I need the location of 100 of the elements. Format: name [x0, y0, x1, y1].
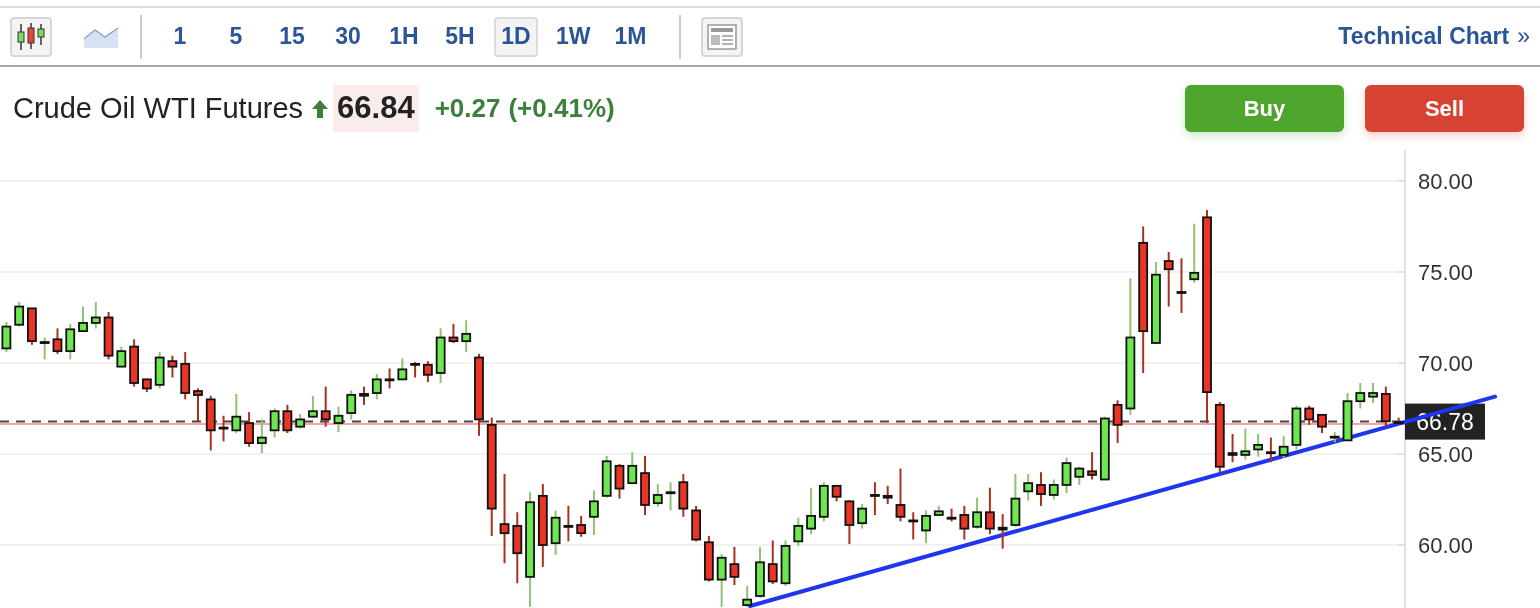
candlestick	[269, 407, 280, 439]
candlestick	[691, 504, 701, 543]
interval-tab[interactable]: 1D	[494, 16, 538, 57]
candlestick	[1278, 434, 1289, 459]
interval-tab[interactable]: 15	[270, 16, 314, 57]
candlestick	[1010, 473, 1021, 528]
axis-tick-label: 65.00	[1418, 442, 1474, 467]
candlestick	[1304, 404, 1315, 426]
candlestick	[576, 514, 587, 538]
candlestick	[780, 539, 791, 587]
candlestick	[908, 511, 919, 541]
candlestick	[435, 327, 446, 384]
candlestick	[729, 545, 740, 587]
candlestick	[550, 509, 561, 557]
candlestick	[742, 584, 753, 608]
candlestick	[14, 301, 25, 328]
candlestick	[1342, 392, 1353, 443]
candlestick	[129, 338, 139, 388]
candlestick	[972, 496, 982, 530]
interval-tab[interactable]: 1H	[382, 16, 426, 57]
candlestick	[116, 345, 127, 368]
axis-tick-label: 60.00	[1418, 533, 1474, 558]
technical-chart-link[interactable]: Technical Chart	[1338, 19, 1510, 54]
axis-tick-label: 80.00	[1418, 168, 1474, 194]
candlestick	[589, 489, 599, 536]
candlestick	[831, 483, 842, 503]
candlestick	[282, 403, 293, 435]
candlestick	[1112, 399, 1123, 445]
candlestick	[1, 321, 12, 354]
candlestick	[295, 412, 306, 430]
candlestick	[52, 327, 63, 355]
interval-tab[interactable]: 1W	[550, 16, 597, 57]
candlestick	[716, 553, 727, 608]
percent-change: (+0.41%)	[508, 92, 615, 125]
candlestick	[1023, 473, 1034, 502]
candlestick	[27, 307, 37, 346]
candlestick	[1036, 471, 1046, 507]
interval-tab[interactable]: 30	[326, 16, 370, 57]
candlestick	[767, 539, 778, 586]
candlestick	[921, 509, 931, 545]
axis-tick-label: 70.00	[1418, 351, 1474, 376]
candlestick	[844, 499, 855, 546]
last-price: 66.84	[333, 85, 419, 132]
sell-button[interactable]: Sell	[1365, 85, 1524, 132]
candlestick	[205, 394, 216, 452]
candlestick	[806, 486, 816, 536]
candlestick	[244, 411, 254, 448]
candlestick	[218, 414, 229, 443]
candlestick	[704, 534, 714, 583]
candlestick	[818, 481, 829, 523]
candlestick	[895, 467, 906, 523]
candlestick	[231, 392, 242, 435]
candlestick	[448, 322, 459, 344]
candlestick	[665, 481, 676, 512]
candlestick	[410, 361, 420, 379]
candlestick	[308, 394, 318, 419]
candlestick	[755, 545, 765, 599]
candlestick	[39, 336, 50, 361]
candlestick	[180, 351, 191, 401]
candlestick	[1329, 431, 1340, 444]
candlestick	[1189, 222, 1200, 284]
candlestick	[959, 504, 970, 541]
candlestick	[256, 418, 267, 455]
candlestick	[371, 372, 382, 401]
candlestick	[985, 486, 995, 536]
candlestick	[78, 305, 88, 334]
candlestick	[933, 504, 944, 517]
chevron-icon[interactable]: »	[1517, 19, 1530, 54]
candlestick	[882, 484, 893, 506]
interval-tab[interactable]: 1M	[608, 16, 653, 57]
candlestick	[1087, 451, 1097, 481]
candlestick	[601, 454, 612, 499]
candlestick	[1393, 416, 1404, 425]
candlestick	[359, 385, 369, 406]
candlestick	[997, 513, 1008, 550]
candlestick	[614, 463, 625, 500]
axis-tick-label: 75.00	[1418, 259, 1474, 285]
candlestick	[946, 507, 957, 523]
interval-tab[interactable]: 5	[214, 16, 258, 57]
candlestick	[397, 357, 408, 382]
candlestick	[652, 483, 663, 508]
interval-tab[interactable]: 5H	[438, 16, 482, 57]
candlestick	[1061, 456, 1072, 495]
candlestick	[870, 481, 880, 516]
layout-button[interactable]	[700, 16, 743, 57]
candlestick	[423, 360, 433, 384]
candlestick-chart-button[interactable]	[10, 16, 52, 57]
candlestick	[193, 387, 203, 423]
candlestick	[103, 311, 114, 361]
price-change: +0.27	[434, 92, 501, 125]
candlestick	[154, 351, 165, 390]
candlestick	[1074, 465, 1085, 486]
candlestick	[333, 405, 344, 434]
candlestick	[640, 454, 650, 516]
interval-tab[interactable]: 1	[158, 16, 202, 57]
candlestick	[346, 389, 357, 421]
candlestick	[1355, 382, 1366, 410]
candlestick	[1266, 436, 1276, 464]
candlestick	[1368, 382, 1378, 405]
candlestick	[1240, 427, 1251, 461]
